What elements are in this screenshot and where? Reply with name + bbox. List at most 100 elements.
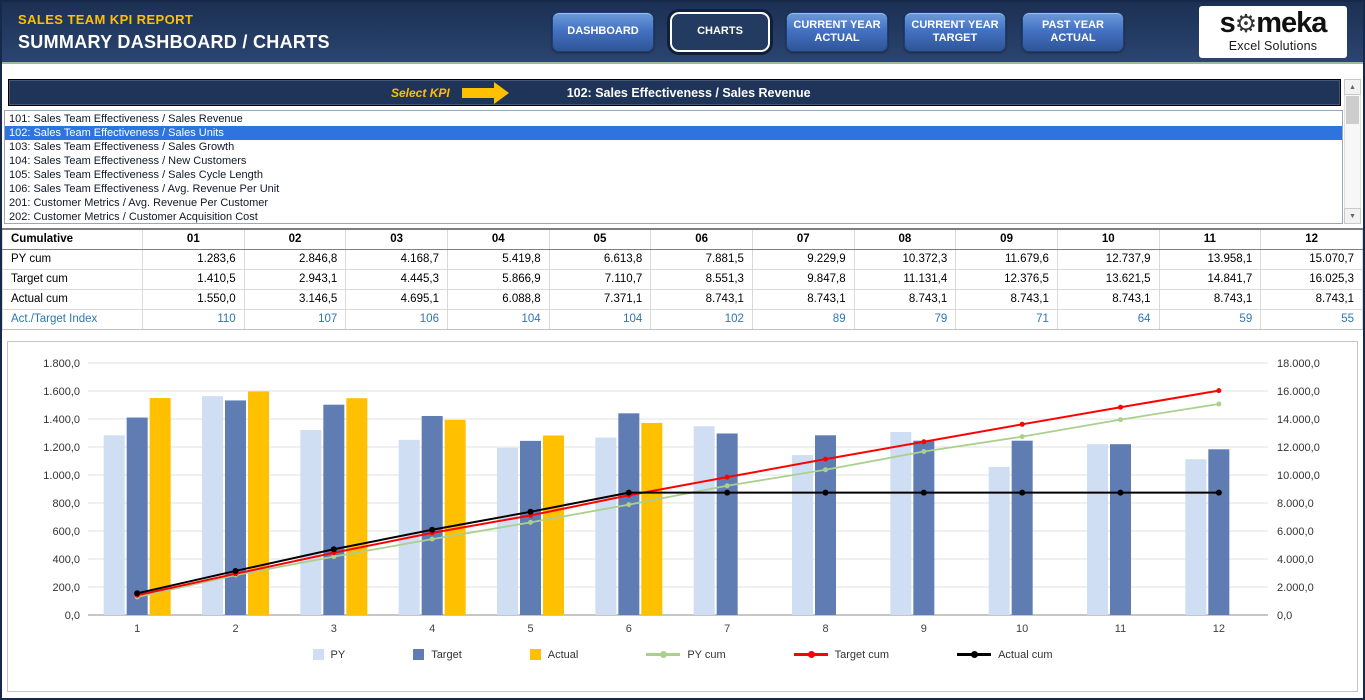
table-cell: 4.168,7: [346, 249, 448, 269]
legend-item-actual: Actual: [530, 649, 579, 661]
page-title: SUMMARY DASHBOARD / CHARTS: [18, 32, 538, 53]
table-cell: 13.958,1: [1159, 249, 1261, 269]
kpi-selector-section: Select KPI 102: Sales Effectiveness / Sa…: [2, 64, 1363, 224]
left-axis-tick: 600,0: [52, 526, 80, 538]
scrollbar-thumb[interactable]: [1346, 96, 1359, 124]
table-cell: 12.376,5: [956, 269, 1058, 289]
right-axis-tick: 16.000,0: [1277, 386, 1320, 398]
bar-target-4: [422, 415, 443, 614]
kpi-list-item[interactable]: 101: Sales Team Effectiveness / Sales Re…: [5, 112, 1342, 126]
table-cell: 6.613,8: [549, 249, 651, 269]
line-marker: [725, 474, 730, 479]
left-axis-tick: 1.600,0: [43, 386, 80, 398]
table-cell: 8.743,1: [956, 289, 1058, 309]
charts-button[interactable]: CHARTS: [670, 12, 770, 52]
line-marker: [921, 439, 926, 444]
legend-item-py-cum: PY cum: [646, 649, 725, 661]
left-axis-tick: 800,0: [52, 498, 80, 510]
table-cell: 8.743,1: [1159, 289, 1261, 309]
table-cell: 55: [1261, 309, 1363, 329]
line-marker: [528, 508, 534, 514]
legend-line-swatch: [646, 653, 680, 656]
scrollbar-track[interactable]: [1344, 95, 1361, 208]
kpi-list-item[interactable]: 103: Sales Team Effectiveness / Sales Gr…: [5, 140, 1342, 154]
legend-line-swatch: [957, 653, 991, 656]
table-cell: 1.283,6: [143, 249, 245, 269]
logo-tagline: Excel Solutions: [1211, 39, 1335, 53]
kpi-list-item[interactable]: 102: Sales Team Effectiveness / Sales Un…: [5, 126, 1342, 140]
table-header-cell: 03: [346, 229, 448, 249]
dashboard-button[interactable]: DASHBOARD: [552, 12, 654, 52]
table-cell: 2.943,1: [244, 269, 346, 289]
left-axis-tick: 200,0: [52, 582, 80, 594]
scroll-up-button[interactable]: ▲: [1344, 79, 1361, 95]
table-row: PY cum1.283,62.846,84.168,75.419,86.613,…: [3, 249, 1363, 269]
right-axis-tick: 2.000,0: [1277, 582, 1314, 594]
line-marker: [233, 567, 239, 573]
line-marker: [823, 467, 828, 472]
line-marker: [1216, 388, 1221, 393]
left-axis-tick: 1.200,0: [43, 442, 80, 454]
legend-swatch: [413, 649, 424, 660]
scroll-down-button[interactable]: ▼: [1344, 208, 1361, 224]
table-cell: 8.743,1: [1057, 289, 1159, 309]
table-cell: 2.846,8: [244, 249, 346, 269]
gear-icon: ⚙: [1235, 10, 1256, 38]
bar-actual-5: [543, 435, 564, 615]
line-marker: [1020, 421, 1025, 426]
bar-target-10: [1012, 440, 1033, 614]
line-marker: [921, 489, 927, 495]
x-axis-tick: 7: [724, 623, 730, 635]
kpi-select-bar[interactable]: Select KPI 102: Sales Effectiveness / Sa…: [8, 79, 1341, 106]
bar-py-8: [792, 455, 813, 615]
table-cell: 8.743,1: [752, 289, 854, 309]
x-axis-tick: 3: [331, 623, 337, 635]
bar-target-5: [520, 440, 541, 614]
table-cell: 9.847,8: [752, 269, 854, 289]
table-cell: 7.881,5: [651, 249, 753, 269]
kpi-list-scrollbar[interactable]: ▲ ▼: [1344, 79, 1361, 224]
right-axis-tick: 6.000,0: [1277, 526, 1314, 538]
row-label: PY cum: [3, 249, 143, 269]
legend-item-target-cum: Target cum: [794, 649, 889, 661]
arrow-right-icon: [462, 82, 509, 104]
left-axis-tick: 0,0: [65, 610, 80, 622]
past-year-actual-button[interactable]: PAST YEAR ACTUAL: [1022, 12, 1124, 52]
bar-actual-2: [248, 391, 269, 615]
table-cell: 11.131,4: [854, 269, 956, 289]
table-header-cell: 04: [447, 229, 549, 249]
table-header-cell: 08: [854, 229, 956, 249]
table-cell: 1.550,0: [143, 289, 245, 309]
app-window: SALES TEAM KPI REPORT SUMMARY DASHBOARD …: [0, 0, 1365, 700]
kpi-list-item[interactable]: 105: Sales Team Effectiveness / Sales Cy…: [5, 168, 1342, 182]
table-header-cell: 07: [752, 229, 854, 249]
current-year-actual-button[interactable]: CURRENT YEAR ACTUAL: [786, 12, 888, 52]
table-header-cell: 02: [244, 229, 346, 249]
table-cell: 15.070,7: [1261, 249, 1363, 269]
logo-brand: s⚙meka: [1211, 9, 1335, 38]
x-axis-tick: 6: [626, 623, 632, 635]
left-axis-tick: 400,0: [52, 554, 80, 566]
table-cell: 12.737,9: [1057, 249, 1159, 269]
table-cell: 1.410,5: [143, 269, 245, 289]
right-axis-tick: 4.000,0: [1277, 554, 1314, 566]
kpi-list-item[interactable]: 202: Customer Metrics / Customer Acquisi…: [5, 210, 1342, 224]
table-cell: 7.371,1: [549, 289, 651, 309]
table-cell: 106: [346, 309, 448, 329]
bar-target-7: [717, 433, 738, 615]
kpi-list-item[interactable]: 201: Customer Metrics / Avg. Revenue Per…: [5, 196, 1342, 210]
x-axis-tick: 4: [429, 623, 435, 635]
line-marker: [1118, 489, 1124, 495]
table-row: Target cum1.410,52.943,14.445,35.866,97.…: [3, 269, 1363, 289]
table-cell: 5.866,9: [447, 269, 549, 289]
kpi-list-item[interactable]: 104: Sales Team Effectiveness / New Cust…: [5, 154, 1342, 168]
kpi-list: 101: Sales Team Effectiveness / Sales Re…: [4, 110, 1343, 224]
legend-label: Target: [431, 649, 462, 661]
legend-swatch: [530, 649, 541, 660]
bar-py-3: [300, 429, 321, 614]
current-year-target-button[interactable]: CURRENT YEAR TARGET: [904, 12, 1006, 52]
right-axis-tick: 8.000,0: [1277, 498, 1314, 510]
kpi-list-item[interactable]: 106: Sales Team Effectiveness / Avg. Rev…: [5, 182, 1342, 196]
table-cell: 59: [1159, 309, 1261, 329]
table-cell: 104: [549, 309, 651, 329]
